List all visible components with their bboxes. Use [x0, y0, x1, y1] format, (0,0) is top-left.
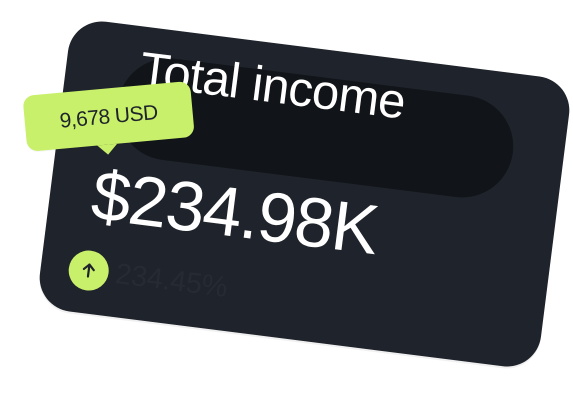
trend-row: 234.45% — [66, 248, 229, 308]
income-widget: Total income $234.98K 234.45% 9,678 USD — [0, 0, 573, 406]
income-card: Total income $234.98K 234.45% — [35, 17, 573, 371]
tooltip-value: 9,678 USD — [58, 100, 159, 133]
trend-percentage: 234.45% — [113, 257, 230, 304]
arrow-up-circle-icon — [66, 248, 112, 293]
tooltip-pointer — [97, 143, 119, 156]
